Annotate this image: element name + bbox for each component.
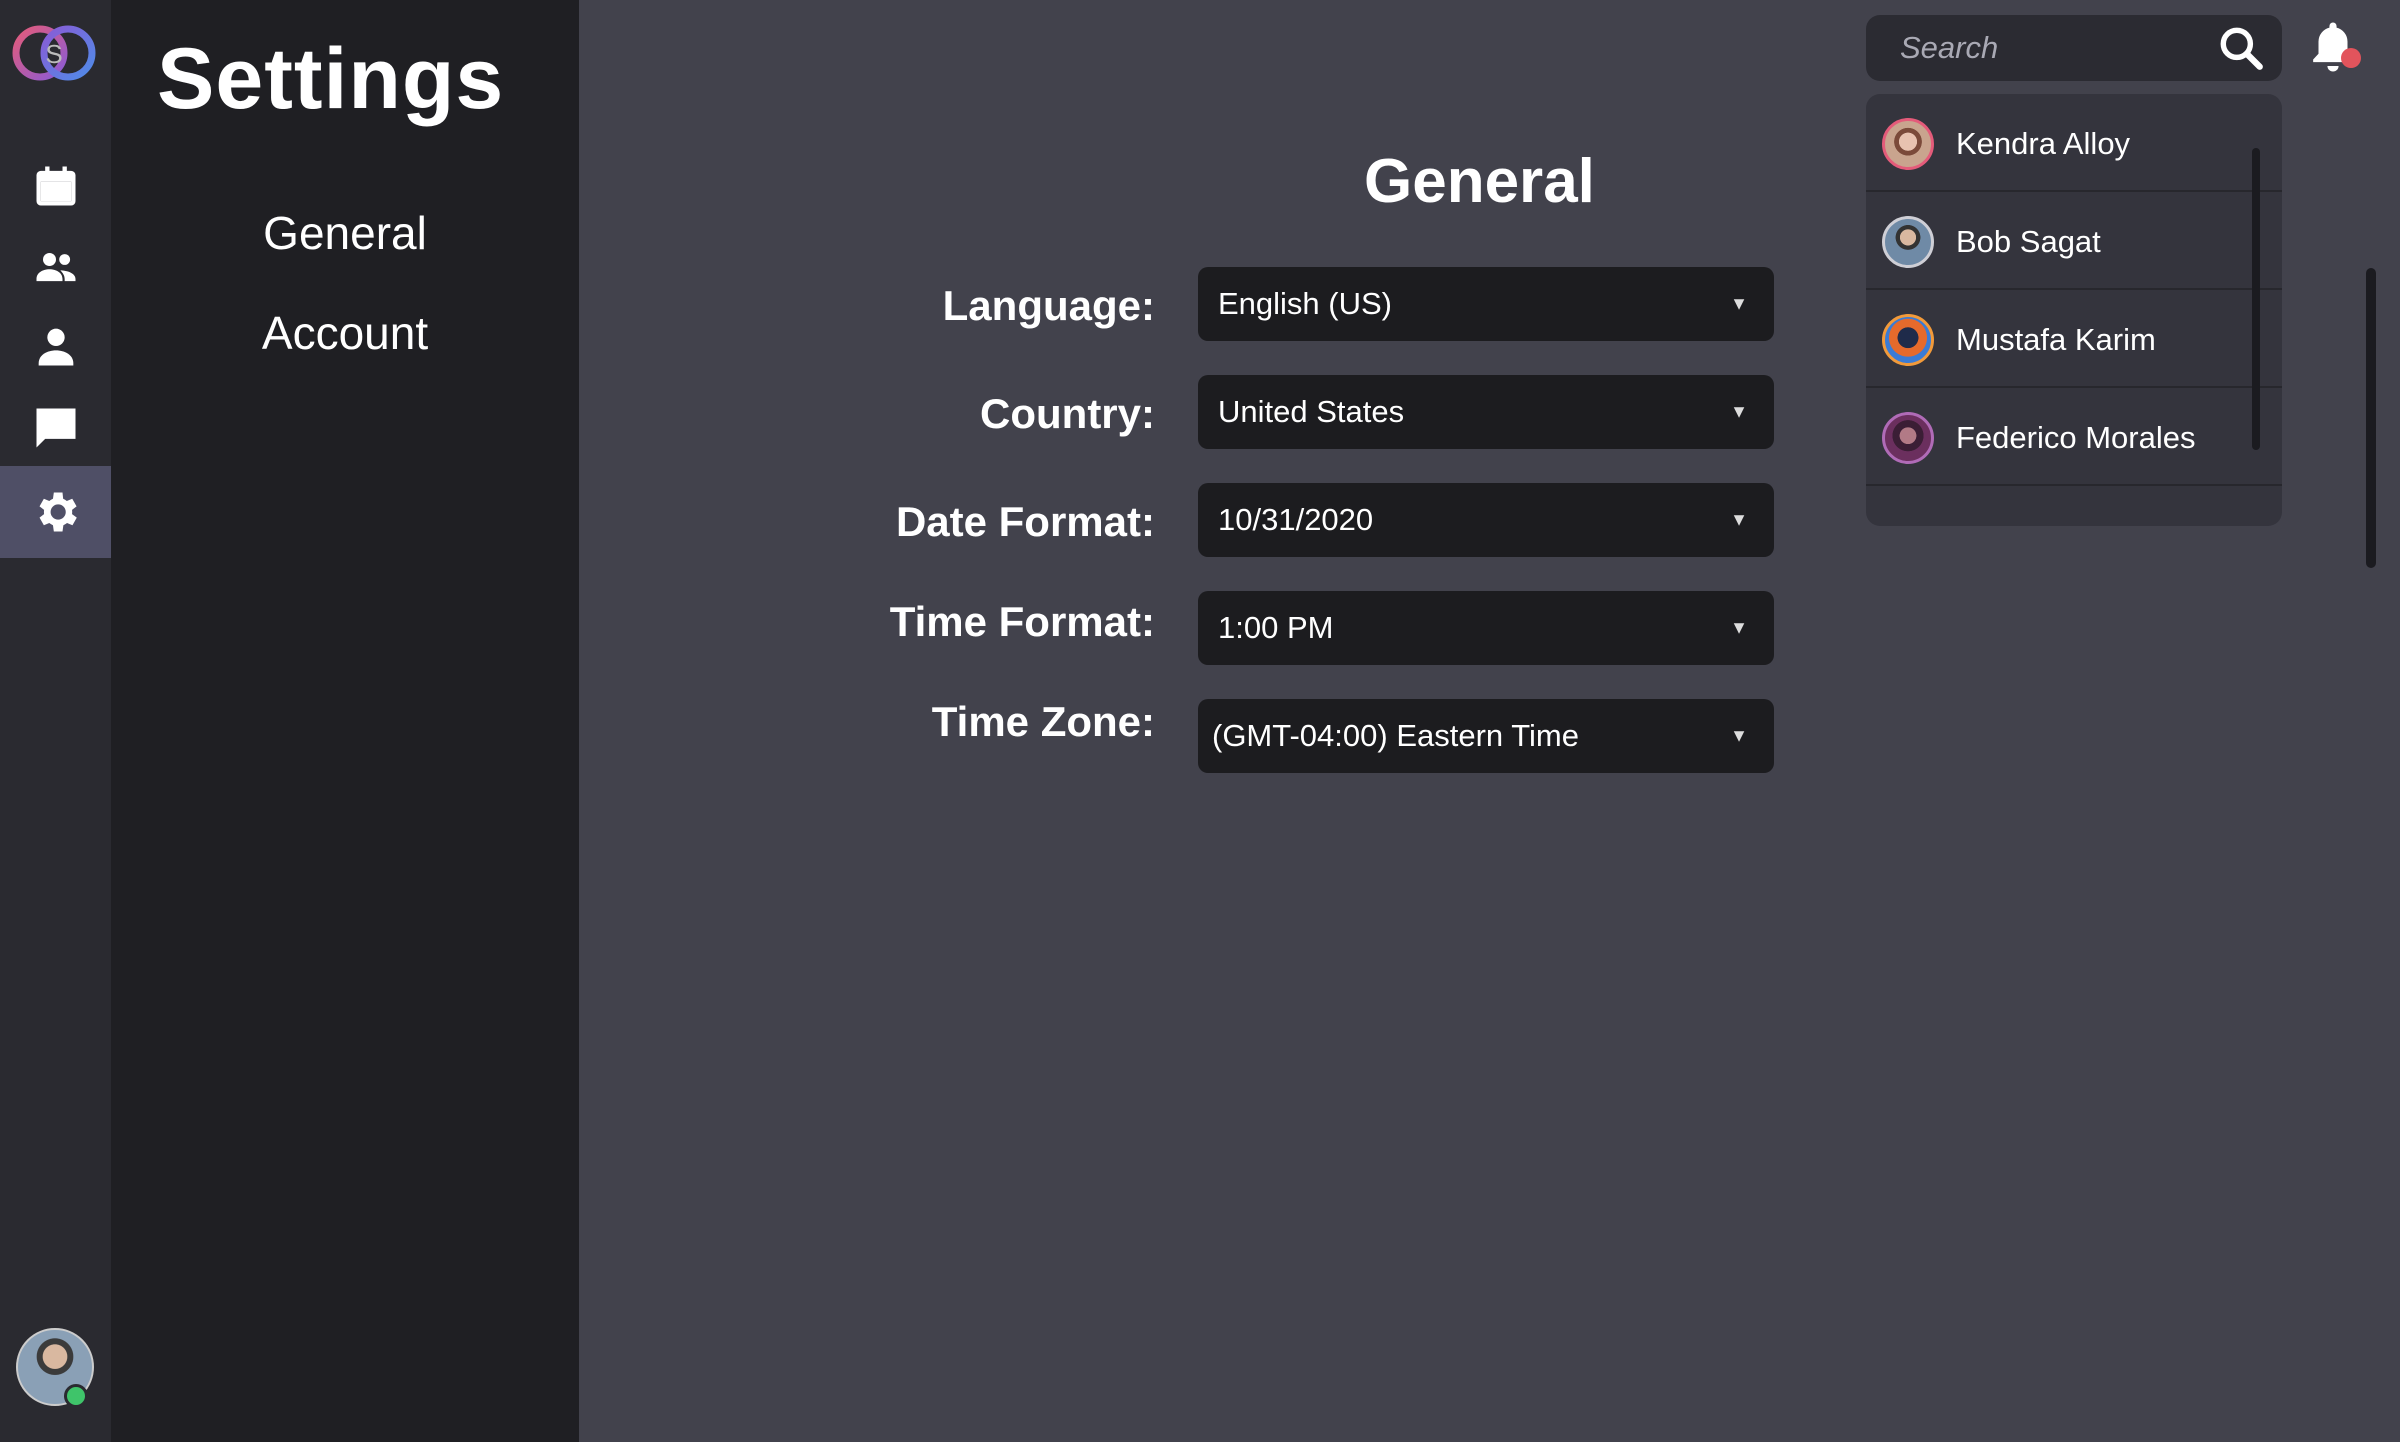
- person-icon: [38, 328, 73, 366]
- chevron-down-icon: ▼: [1730, 725, 1748, 746]
- logo-letter: S: [45, 39, 62, 69]
- icon-rail: S: [0, 0, 111, 1442]
- date-format-select[interactable]: 10/31/2020 ▼: [1198, 483, 1774, 557]
- section-title: General: [1364, 147, 1595, 216]
- settings-nav-account[interactable]: Account: [111, 306, 579, 360]
- search-input[interactable]: [1866, 15, 2206, 81]
- chevron-down-icon: ▼: [1730, 293, 1748, 314]
- contacts-list: Kendra Alloy Bob Sagat Mustafa Karim Fed…: [1866, 94, 2282, 526]
- country-value: United States: [1218, 394, 1405, 429]
- time-format-value: 1:00 PM: [1218, 610, 1334, 645]
- time-zone-label: Time Zone:: [931, 698, 1155, 745]
- search-bar: [1866, 15, 2282, 81]
- contact-item[interactable]: Federico Morales: [1866, 388, 2282, 486]
- chevron-down-icon: ▼: [1730, 401, 1748, 422]
- notification-badge: [2341, 48, 2361, 68]
- date-format-label: Date Format:: [895, 498, 1155, 545]
- search-icon[interactable]: [2216, 23, 2266, 73]
- page-title: Settings: [157, 31, 505, 127]
- contact-item[interactable]: Mustafa Karim: [1866, 290, 2282, 388]
- time-zone-select[interactable]: (GMT-04:00) Eastern Time ▼: [1198, 699, 1774, 773]
- people-icon: [36, 253, 75, 282]
- calendar-icon: [36, 166, 75, 206]
- online-status-dot: [64, 1384, 88, 1408]
- time-format-select[interactable]: 1:00 PM ▼: [1198, 591, 1774, 665]
- avatar: [1882, 118, 1934, 170]
- contact-name: Bob Sagat: [1956, 224, 2101, 259]
- time-format-label: Time Format:: [889, 598, 1155, 645]
- language-select[interactable]: English (US) ▼: [1198, 267, 1774, 341]
- avatar: [1882, 314, 1934, 366]
- settings-sidebar: Settings General Account: [111, 0, 579, 1442]
- chat-icon: [36, 408, 75, 448]
- country-select[interactable]: United States ▼: [1198, 375, 1774, 449]
- rail-people-button[interactable]: [0, 220, 111, 312]
- contact-name: Federico Morales: [1956, 420, 2196, 455]
- language-label: Language:: [942, 282, 1155, 329]
- language-value: English (US): [1218, 286, 1392, 321]
- avatar: [1882, 216, 1934, 268]
- contact-name: Kendra Alloy: [1956, 126, 2131, 161]
- contact-item[interactable]: Kendra Alloy: [1866, 94, 2282, 192]
- settings-nav-general[interactable]: General: [111, 206, 579, 260]
- date-format-value: 10/31/2020: [1218, 502, 1374, 537]
- time-zone-value: (GMT-04:00) Eastern Time: [1212, 718, 1579, 753]
- rail-profile-button[interactable]: [0, 300, 111, 392]
- chevron-down-icon: ▼: [1730, 617, 1748, 638]
- rail-settings-button[interactable]: [0, 466, 111, 558]
- rail-calendar-button[interactable]: [0, 140, 111, 232]
- country-label: Country:: [980, 390, 1155, 437]
- chevron-down-icon: ▼: [1730, 509, 1748, 530]
- avatar: [1882, 412, 1934, 464]
- page-scrollbar[interactable]: [2366, 268, 2376, 568]
- rail-messages-button[interactable]: [0, 382, 111, 474]
- contact-item[interactable]: Bob Sagat: [1866, 192, 2282, 290]
- gear-icon: [39, 492, 77, 532]
- contacts-scrollbar[interactable]: [2252, 148, 2260, 450]
- app-logo[interactable]: S: [10, 18, 102, 88]
- contact-name: Mustafa Karim: [1956, 322, 2156, 357]
